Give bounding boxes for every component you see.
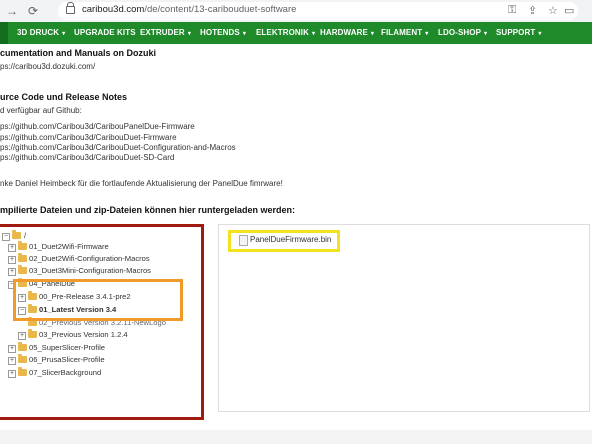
nav-hardware[interactable]: HARDWARE ▾ [320, 28, 374, 37]
link-github-paneldue[interactable]: ps://github.com/Caribou3d/CaribouPanelDu… [0, 122, 195, 131]
chevron-down-icon: ▾ [370, 31, 375, 37]
chevron-down-icon: ▾ [538, 31, 542, 37]
chevron-down-icon: ▾ [425, 31, 429, 37]
forward-icon[interactable]: → [6, 3, 18, 19]
nav-support[interactable]: SUPPORT ▾ [496, 28, 542, 37]
heading-downloads: mpilierte Dateien und zip-Dateien können… [0, 205, 296, 215]
heading-source-code: urce Code und Release Notes [0, 92, 128, 102]
share-icon[interactable]: ⇪ [528, 4, 537, 17]
nav-filament[interactable]: FILAMENT ▾ [381, 28, 428, 37]
github-note: d verfügbar auf Github: [0, 106, 82, 115]
chevron-down-icon: ▾ [312, 31, 316, 37]
star-icon[interactable]: ☆ [548, 4, 558, 17]
link-github-sdcard[interactable]: ps://github.com/Caribou3d/CaribouDuet-SD… [0, 153, 174, 162]
highlight-box-red [0, 224, 204, 420]
highlight-box-orange [13, 279, 183, 321]
address-bar[interactable]: caribou3d.com/de/content/13-caribouduet-… [58, 2, 578, 20]
link-github-config[interactable]: ps://github.com/Caribou3d/CaribouDuet-Co… [0, 143, 236, 152]
nav-elektronik[interactable]: ELEKTRONIK ▾ [256, 28, 315, 37]
page-footer-strip [0, 430, 592, 444]
file-list-panel [218, 224, 590, 412]
nav-extruder[interactable]: EXTRUDER ▾ [140, 28, 191, 37]
home-button[interactable] [0, 22, 8, 44]
chevron-down-icon: ▾ [242, 31, 246, 37]
browser-toolbar: → ⟳ caribou3d.com/de/content/13-cariboud… [0, 0, 592, 23]
link-dozuki[interactable]: ps://caribou3d.dozuki.com/ [0, 62, 95, 71]
chevron-down-icon: ▾ [484, 31, 488, 37]
reload-icon[interactable]: ⟳ [28, 3, 38, 19]
key-icon[interactable]: ⚿ [508, 4, 516, 17]
chevron-down-icon: ▾ [187, 31, 191, 37]
nav-ldo-shop[interactable]: LDO-SHOP ▾ [438, 28, 487, 37]
link-github-firmware[interactable]: ps://github.com/Caribou3d/CaribouDuet-Fi… [0, 133, 177, 142]
highlight-box-yellow [228, 230, 340, 252]
lock-icon [66, 2, 75, 14]
nav-3d-druck[interactable]: 3D DRUCK ▾ [17, 28, 65, 37]
tab-icon[interactable]: ▭ [564, 4, 574, 17]
heading-documentation: cumentation and Manuals on Dozuki [0, 48, 157, 58]
nav-hotends[interactable]: HOTENDS ▾ [200, 28, 246, 37]
thanks-text: nke Daniel Heimbeck für die fortlaufende… [0, 179, 283, 188]
chevron-down-icon: ▾ [62, 31, 66, 37]
site-navigation: 3D DRUCK ▾ UPGRADE KITS EXTRUDER ▾ HOTENDS… [0, 22, 592, 44]
nav-upgrade-kits[interactable]: UPGRADE KITS [74, 28, 136, 37]
url-text: caribou3d.com/de/content/13-caribouduet-… [82, 4, 297, 15]
